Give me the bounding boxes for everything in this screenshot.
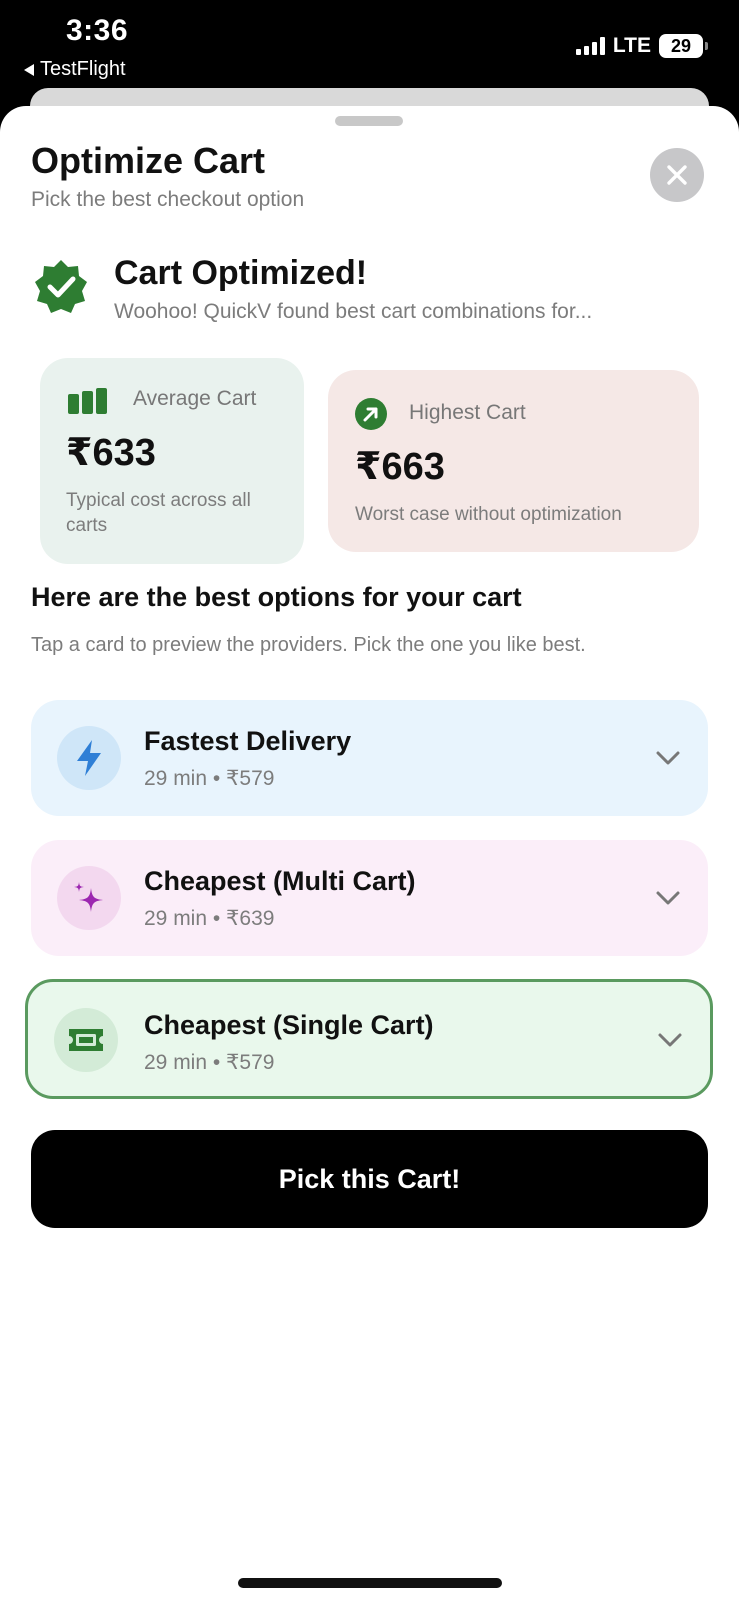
option-meta: 29 min • ₹579 (144, 767, 275, 790)
average-cart-card: Average Cart ₹633 Typical cost across al… (40, 358, 304, 564)
status-bar: 3:36 TestFlight LTE 29 (0, 0, 739, 92)
optimize-cart-sheet: Optimize Cart Pick the best checkout opt… (0, 106, 739, 1600)
close-button[interactable] (650, 148, 704, 202)
average-cart-label: Average Cart (133, 387, 257, 410)
highest-cart-label: Highest Cart (409, 401, 526, 424)
close-icon (667, 165, 687, 185)
lightning-icon (77, 740, 101, 776)
chevron-down-icon (656, 751, 680, 765)
battery-icon: 29 (659, 34, 708, 58)
bar-chart-icon (68, 388, 107, 414)
network-type: LTE (612, 34, 651, 57)
cart-optimized-title: Cart Optimized! (114, 254, 368, 292)
sparkles-icon (74, 882, 103, 912)
option-fastest-delivery[interactable]: Fastest Delivery 29 min • ₹579 (31, 700, 708, 816)
ticket-icon-wrapper (54, 1008, 118, 1072)
highest-cart-value: ₹663 (355, 446, 445, 488)
options-section-title: Here are the best options for your cart (31, 582, 522, 612)
status-time: 3:36 (66, 14, 129, 47)
cart-optimized-description: Woohoo! QuickV found best cart combinati… (114, 300, 593, 323)
chevron-down-icon (658, 1033, 682, 1047)
back-to-app-link[interactable]: TestFlight (24, 58, 126, 81)
back-app-label: TestFlight (40, 58, 126, 80)
ticket-icon (69, 1029, 103, 1051)
trending-up-icon (355, 398, 387, 430)
option-meta: 29 min • ₹579 (144, 1051, 275, 1074)
battery-level: 29 (670, 35, 692, 56)
option-cheapest-single-cart[interactable]: Cheapest (Single Cart) 29 min • ₹579 (25, 979, 713, 1099)
chevron-down-icon (656, 891, 680, 905)
back-arrow-icon (24, 63, 34, 76)
sheet-subtitle: Pick the best checkout option (31, 188, 305, 211)
pick-cart-button[interactable]: Pick this Cart! (31, 1130, 708, 1228)
highest-cart-card: Highest Cart ₹663 Worst case without opt… (328, 370, 699, 552)
lightning-icon-wrapper (57, 726, 121, 790)
sheet-title: Optimize Cart (31, 140, 266, 181)
average-cart-value: ₹633 (66, 432, 156, 474)
option-name: Fastest Delivery (144, 726, 352, 756)
verified-badge-icon (35, 260, 87, 313)
sheet-grabber[interactable] (335, 116, 403, 126)
options-section-subtitle: Tap a card to preview the providers. Pic… (31, 634, 586, 656)
highest-cart-note: Worst case without optimization (355, 504, 622, 525)
sparkles-icon-wrapper (57, 866, 121, 930)
home-indicator[interactable] (238, 1578, 502, 1588)
status-indicators: LTE 29 (575, 34, 708, 58)
cellular-signal-icon (575, 37, 605, 55)
option-cheapest-multi-cart[interactable]: Cheapest (Multi Cart) 29 min • ₹639 (31, 840, 708, 956)
option-name: Cheapest (Multi Cart) (144, 866, 416, 896)
option-meta: 29 min • ₹639 (144, 907, 275, 930)
average-cart-note: Typical cost across all carts (66, 490, 251, 536)
option-name: Cheapest (Single Cart) (144, 1010, 434, 1040)
